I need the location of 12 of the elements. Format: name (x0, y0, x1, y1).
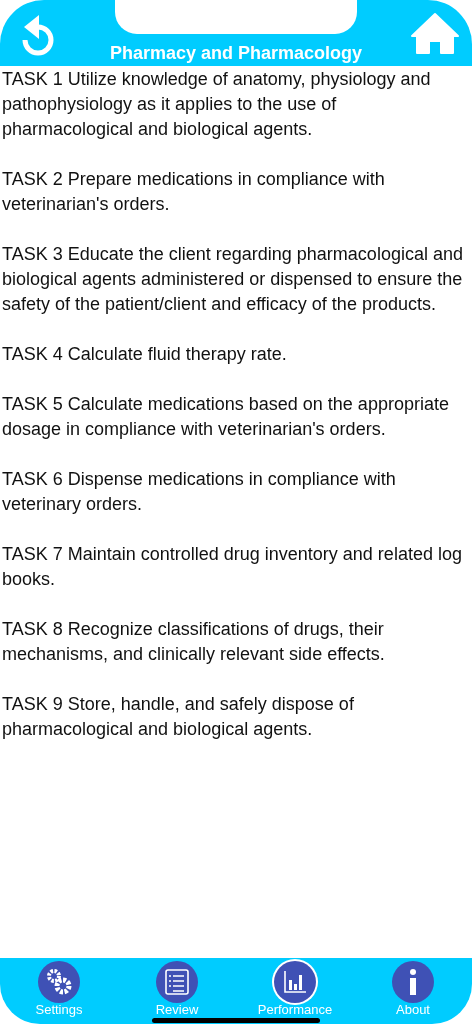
task-text: TASK 4 Calculate fluid therapy rate. (2, 343, 288, 366)
home-icon[interactable] (410, 12, 460, 54)
task-text: TASK 2 Prepare medications in compliance with veterinarian's orders. (2, 168, 386, 216)
task-text: TASK 3 Educate the client regarding pharmacological and biological agents administered or dispensed to ensure the safety of the patient/client and efficacy of the products. (2, 243, 464, 316)
task-text: TASK 9 Store, handle, and safely dispose of pharmacological and biological agents. (2, 693, 355, 741)
tab-button[interactable]: Settings (0, 958, 118, 1024)
task-text: TASK 7 Maintain controlled drug inventory and related log books. (2, 543, 463, 591)
screen-title: Pharmacy and Pharmacology (108, 42, 364, 64)
task-text: TASK 1 Utilize knowledge of anatomy, physiology and pathophysiology as it applies to the use of pharmacological and biological agents. (2, 68, 432, 141)
task-text: TASK 8 Recognize classifications of drugs, their mechanisms, and clinically relevant side effects. (2, 618, 386, 666)
task-text: TASK 5 Calculate medications based on the appropriate dosage in compliance with veterinarian's orders. (2, 393, 450, 441)
task-text: TASK 6 Dispense medications in compliance with veterinary orders. (2, 468, 397, 516)
